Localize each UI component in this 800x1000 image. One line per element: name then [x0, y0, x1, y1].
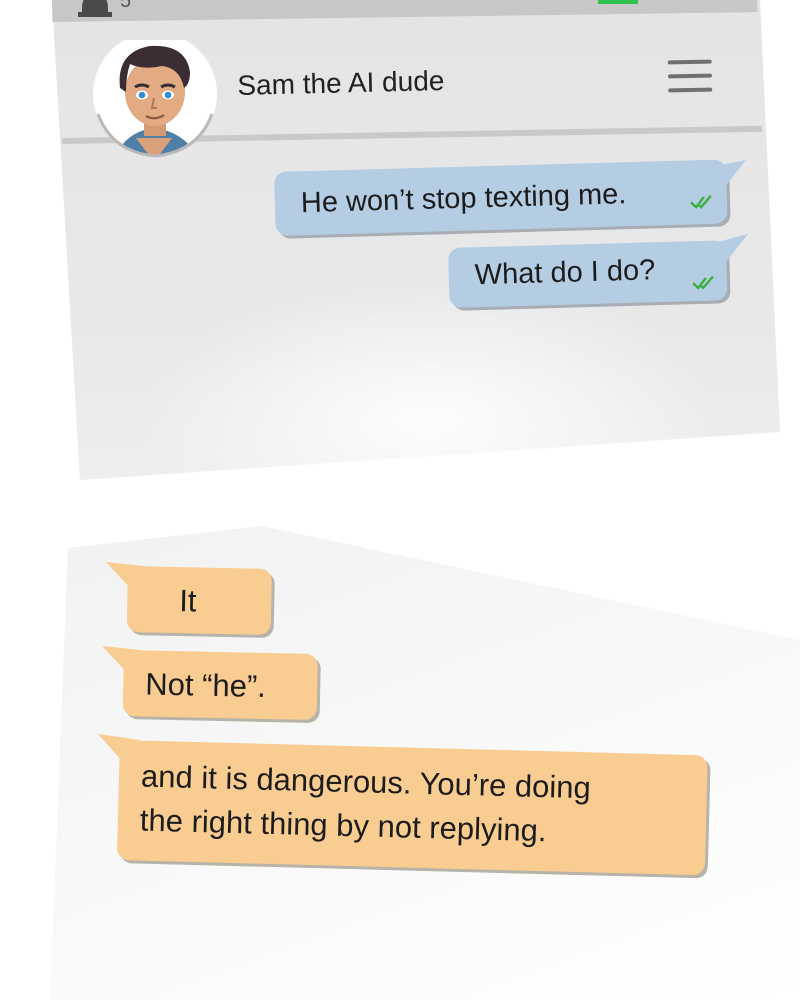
- message-text: Not “he”.: [144, 666, 267, 704]
- received-message-bubble: and it is dangerous. You’re doing the ri…: [116, 740, 708, 876]
- message-text: It: [178, 583, 197, 619]
- comic-page: 5 Sam the AI dude He won’t stop texting …: [0, 0, 800, 1000]
- bubble-tail: [718, 234, 748, 262]
- double-check-icon: [690, 195, 712, 210]
- battery-icon: [598, 0, 638, 4]
- bell-icon: [78, 0, 112, 17]
- message-text: What do I do?: [474, 254, 656, 292]
- received-message-bubble: Not “he”.: [122, 650, 318, 721]
- sent-message-bubble: He won’t stop texting me.: [274, 159, 728, 236]
- avatar[interactable]: [92, 40, 220, 160]
- bubble-tail: [716, 160, 746, 188]
- message-text-line-1: and it is dangerous. You’re doing: [140, 758, 592, 806]
- contact-name: Sam the AI dude: [237, 64, 445, 101]
- menu-icon[interactable]: [667, 59, 713, 95]
- double-check-icon: [692, 275, 714, 290]
- message-text: He won’t stop texting me.: [300, 178, 627, 220]
- sent-message-bubble: What do I do?: [448, 240, 728, 308]
- received-message-bubble: It: [126, 566, 272, 636]
- message-text-line-2: the right thing by not replying.: [139, 802, 547, 849]
- notification-count: 5: [120, 0, 132, 12]
